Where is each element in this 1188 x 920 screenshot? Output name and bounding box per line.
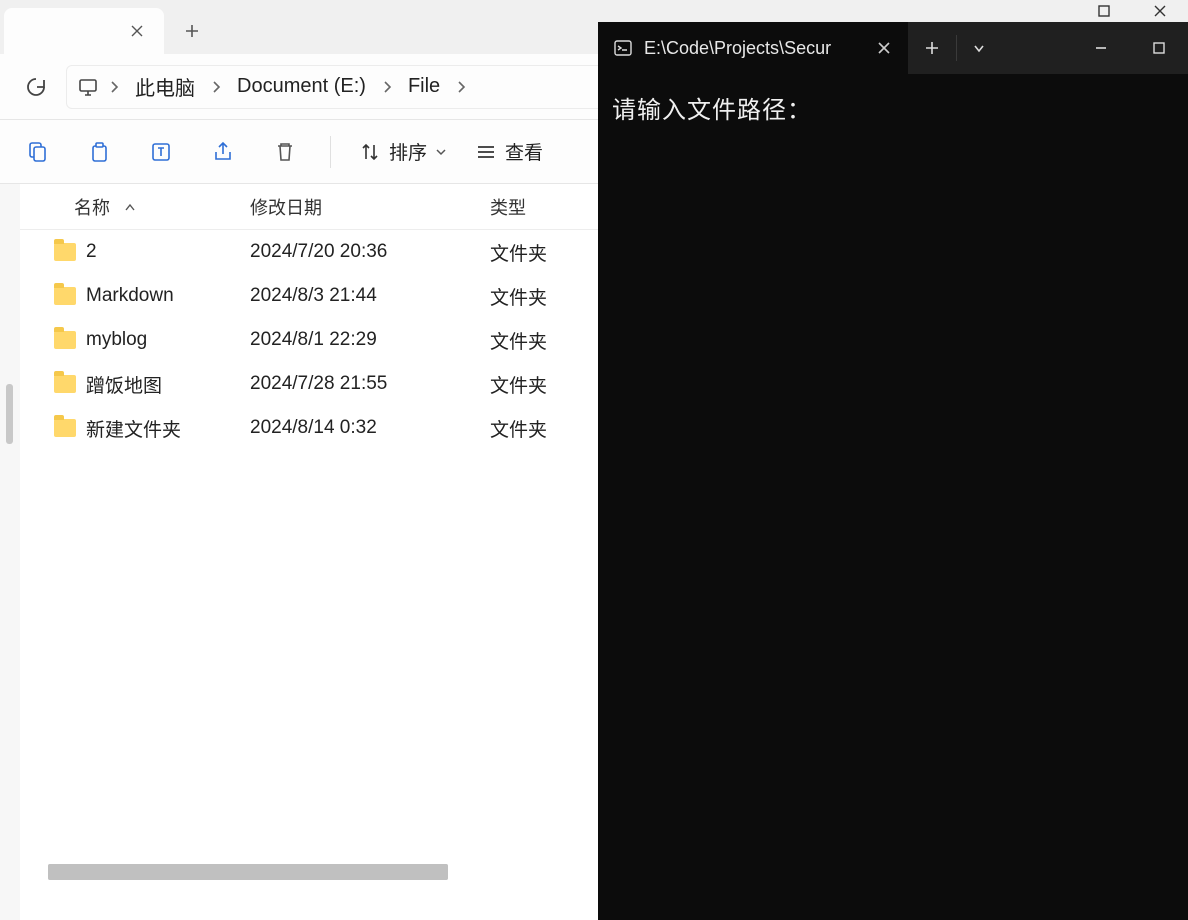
nav-pane-scrollbar[interactable] <box>0 184 20 920</box>
file-name: 2 <box>86 241 97 263</box>
terminal-window: E:\Code\Projects\Secur 请输入文件路径： <box>598 0 1188 920</box>
terminal-dropdown-button[interactable] <box>957 22 1001 74</box>
refresh-button[interactable] <box>16 67 56 107</box>
folder-icon <box>54 375 76 393</box>
col-name-label: 名称 <box>74 194 110 220</box>
copy-icon <box>87 140 111 164</box>
maximize-icon <box>1097 4 1111 18</box>
view-label: 查看 <box>505 138 543 165</box>
file-date: 2024/8/1 22:29 <box>250 329 490 351</box>
file-name: 新建文件夹 <box>86 415 181 442</box>
terminal-tabstrip: E:\Code\Projects\Secur <box>598 22 1188 74</box>
toolbar-separator <box>330 136 331 168</box>
terminal-tab-title: E:\Code\Projects\Secur <box>644 38 860 59</box>
minimize-icon <box>1094 41 1108 55</box>
chevron-down-icon <box>435 146 447 158</box>
chevron-down-icon <box>972 41 986 55</box>
plus-icon <box>184 23 200 39</box>
thispc-icon <box>77 76 99 98</box>
background-window-controls <box>598 0 1188 22</box>
background-close-button[interactable] <box>1132 0 1188 22</box>
terminal-new-tab-button[interactable] <box>908 22 956 74</box>
file-name: 蹭饭地图 <box>86 371 162 398</box>
breadcrumb-drive[interactable]: Document (E:) <box>231 75 372 98</box>
file-date: 2024/7/28 21:55 <box>250 373 490 395</box>
folder-icon <box>54 243 76 261</box>
terminal-output-line: 请输入文件路径： <box>612 90 1174 125</box>
col-date-header[interactable]: 修改日期 <box>250 194 490 220</box>
chevron-right-icon <box>452 80 470 94</box>
rename-button[interactable] <box>144 135 178 169</box>
share-icon <box>211 140 235 164</box>
scrollbar-thumb[interactable] <box>48 864 448 880</box>
maximize-icon <box>1152 41 1166 55</box>
view-icon <box>475 141 497 163</box>
file-name: Markdown <box>86 285 174 307</box>
close-icon <box>1153 4 1167 18</box>
sort-icon <box>359 141 381 163</box>
terminal-tab-close[interactable] <box>870 34 898 62</box>
close-icon <box>877 41 891 55</box>
delete-button[interactable] <box>268 135 302 169</box>
horizontal-scrollbar[interactable] <box>48 864 448 880</box>
folder-icon <box>54 287 76 305</box>
refresh-icon <box>25 76 47 98</box>
chevron-right-icon <box>378 80 396 94</box>
copy-button[interactable] <box>82 135 116 169</box>
sort-asc-icon <box>124 202 136 212</box>
folder-icon <box>54 419 76 437</box>
cut-icon <box>25 140 49 164</box>
breadcrumb-folder[interactable]: File <box>402 75 446 98</box>
chevron-right-icon <box>207 80 225 94</box>
cmd-icon <box>612 37 634 59</box>
sort-label: 排序 <box>389 138 427 165</box>
file-name: myblog <box>86 329 147 351</box>
terminal-body[interactable]: 请输入文件路径： <box>598 74 1188 920</box>
file-date: 2024/8/3 21:44 <box>250 285 490 307</box>
plus-icon <box>924 40 940 56</box>
tab-close-button[interactable] <box>124 18 150 44</box>
breadcrumb-thispc[interactable]: 此电脑 <box>129 72 201 101</box>
rename-icon <box>149 140 173 164</box>
explorer-tab[interactable] <box>4 8 164 54</box>
file-date: 2024/7/20 20:36 <box>250 241 490 263</box>
col-name-header[interactable]: 名称 <box>20 194 250 220</box>
new-tab-button[interactable] <box>172 11 212 51</box>
close-icon <box>130 24 144 38</box>
terminal-tab[interactable]: E:\Code\Projects\Secur <box>598 22 908 74</box>
col-type-label: 类型 <box>490 198 526 218</box>
chevron-right-icon <box>105 80 123 94</box>
share-button[interactable] <box>206 135 240 169</box>
scrollbar-thumb[interactable] <box>6 384 13 444</box>
folder-icon <box>54 331 76 349</box>
minimize-button[interactable] <box>1072 22 1130 74</box>
view-button[interactable]: 查看 <box>475 138 543 165</box>
background-maximize-button[interactable] <box>1076 0 1132 22</box>
sort-button[interactable]: 排序 <box>359 138 447 165</box>
cut-button[interactable] <box>20 135 54 169</box>
trash-icon <box>273 140 297 164</box>
file-date: 2024/8/14 0:32 <box>250 417 490 439</box>
maximize-button[interactable] <box>1130 22 1188 74</box>
col-date-label: 修改日期 <box>250 198 322 218</box>
